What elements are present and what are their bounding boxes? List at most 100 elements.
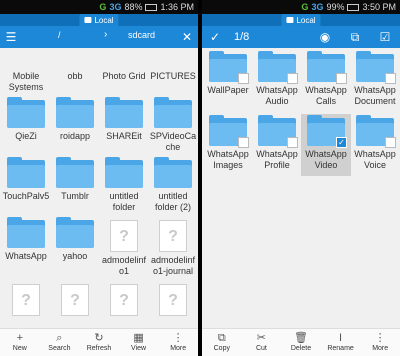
button-label: New [12, 345, 27, 352]
phone-icon [286, 17, 294, 23]
folder-item[interactable]: Mobile Systems [2, 40, 50, 93]
folder-item[interactable]: WhatsApp Profile [253, 115, 301, 171]
folder-item[interactable]: roidapp [51, 97, 99, 142]
battery-percent: 99% [326, 2, 345, 12]
scissors-icon: ✂ [256, 332, 266, 344]
checked-checkbox-icon[interactable]: ✓ [336, 137, 347, 148]
status-bar: G 3G 88% 1:36 PM [0, 0, 198, 14]
item-label: Photo Grid [102, 71, 146, 81]
item-label: TouchPalv5 [2, 191, 50, 201]
folder-item[interactable]: ✓ WhatsApp Video [302, 115, 350, 171]
file-item[interactable]: ? admodelinfo1-journal [149, 220, 197, 277]
folder-item[interactable]: QieZi [2, 97, 50, 142]
breadcrumb-root[interactable]: / [58, 30, 61, 40]
rename-button[interactable]: I Rename [321, 329, 361, 356]
more-button[interactable]: ⋮ More [158, 329, 198, 356]
file-item[interactable]: ? admodelinfo1 [100, 220, 148, 277]
item-label: untitled folder [109, 191, 139, 212]
network-3g: 3G [109, 2, 122, 12]
folder-item[interactable]: WhatsApp Images [204, 115, 252, 171]
folder-icon [356, 51, 396, 84]
unchecked-checkbox-icon[interactable] [238, 137, 249, 148]
folder-item[interactable]: TouchPalv5 [2, 157, 50, 202]
folder-item[interactable]: WhatsApp Voice [351, 115, 399, 171]
check-icon[interactable]: ✓ [204, 26, 226, 48]
cut-button[interactable]: ✂ Cut [242, 329, 282, 356]
info-icon[interactable]: ◉ [314, 26, 336, 48]
folder-item[interactable]: WhatsApp Calls [302, 51, 350, 107]
refresh-button[interactable]: ↻ Refresh [79, 329, 119, 356]
folder-icon [258, 115, 298, 148]
unchecked-checkbox-icon[interactable] [336, 73, 347, 84]
selection-count: 1/8 [234, 31, 250, 43]
plus-icon: + [16, 332, 24, 344]
item-label: WhatsApp Images [207, 149, 249, 170]
new-button[interactable]: + New [0, 329, 40, 356]
signal-g: G [99, 2, 107, 12]
item-label: WhatsApp Video [305, 149, 347, 170]
file-item[interactable]: ? [2, 284, 50, 319]
item-label: admodelinfo1 [101, 255, 147, 276]
file-item[interactable]: ? [149, 284, 197, 319]
folder-item[interactable]: PICTURES [149, 40, 197, 82]
item-label: WhatsApp [5, 251, 47, 261]
copy-button[interactable]: ⧉ Copy [202, 329, 242, 356]
rename-icon: I [339, 332, 343, 344]
tab-local[interactable]: Local [281, 14, 321, 26]
button-label: Copy [213, 345, 230, 352]
folder-item[interactable]: SHAREit [100, 97, 148, 142]
button-label: Delete [290, 345, 312, 352]
unknown-file-icon: ? [110, 284, 138, 316]
folder-icon: ✓ [307, 115, 347, 148]
folder-item[interactable]: yahoo [51, 217, 99, 262]
item-label: WhatsApp Calls [305, 85, 347, 106]
button-label: Cut [255, 345, 267, 352]
unchecked-checkbox-icon[interactable] [287, 73, 298, 84]
unchecked-checkbox-icon[interactable] [385, 137, 396, 148]
folder-icon [258, 51, 298, 84]
folder-item[interactable]: untitled folder [100, 157, 148, 213]
folder-item[interactable]: WhatsApp Document [351, 51, 399, 107]
folder-icon [56, 217, 94, 248]
folder-item[interactable]: SPVideoCache [149, 97, 197, 153]
item-label: admodelinfo1-journal [150, 255, 196, 276]
unchecked-checkbox-icon[interactable] [385, 73, 396, 84]
folder-item[interactable]: Tumblr [51, 157, 99, 202]
phone-icon [84, 17, 92, 23]
folder-item[interactable]: obb [51, 40, 99, 82]
file-item[interactable]: ? [51, 284, 99, 319]
search-button[interactable]: ⌕ Search [40, 329, 80, 356]
unchecked-checkbox-icon[interactable] [238, 73, 249, 84]
item-label: WhatsApp Document [354, 85, 396, 106]
folder-item[interactable]: WhatsApp [2, 217, 50, 262]
button-label: Search [48, 345, 71, 352]
folder-icon [56, 157, 94, 188]
folder-item[interactable]: WhatsApp Audio [253, 51, 301, 107]
folder-item[interactable]: WallPaper [204, 51, 252, 96]
unchecked-checkbox-icon[interactable] [287, 137, 298, 148]
view-button[interactable]: ▦ View [119, 329, 159, 356]
bottom-action-bar: ⧉ Copy ✂ Cut 🗑 Delete I Rename ⋮ More [202, 328, 400, 356]
select-interval-icon[interactable]: ⧉ [344, 26, 366, 48]
select-all-icon[interactable]: ☑ [374, 26, 396, 48]
grid-view-icon: ▦ [133, 332, 144, 344]
bottom-action-bar: + New ⌕ Search ↻ Refresh ▦ View ⋮ More [0, 328, 198, 356]
folder-item[interactable]: untitled folder (2) [149, 157, 197, 213]
button-label: More [170, 345, 187, 352]
folder-icon [356, 115, 396, 148]
tab-strip: Local [202, 14, 400, 26]
search-icon: ⌕ [56, 332, 63, 344]
file-item[interactable]: ? [100, 284, 148, 319]
item-label: WhatsApp Profile [256, 149, 298, 170]
folder-icon [7, 97, 45, 128]
folder-icon [105, 157, 143, 188]
refresh-icon: ↻ [94, 332, 104, 344]
more-button[interactable]: ⋮ More [360, 329, 400, 356]
folder-icon [154, 97, 192, 128]
tab-local[interactable]: Local [79, 14, 119, 26]
item-label: SPVideoCache [149, 131, 197, 152]
breadcrumb-current[interactable]: sdcard [128, 30, 155, 40]
delete-button[interactable]: 🗑 Delete [281, 329, 321, 356]
battery-icon [347, 3, 360, 11]
folder-item[interactable]: Photo Grid [100, 40, 148, 82]
